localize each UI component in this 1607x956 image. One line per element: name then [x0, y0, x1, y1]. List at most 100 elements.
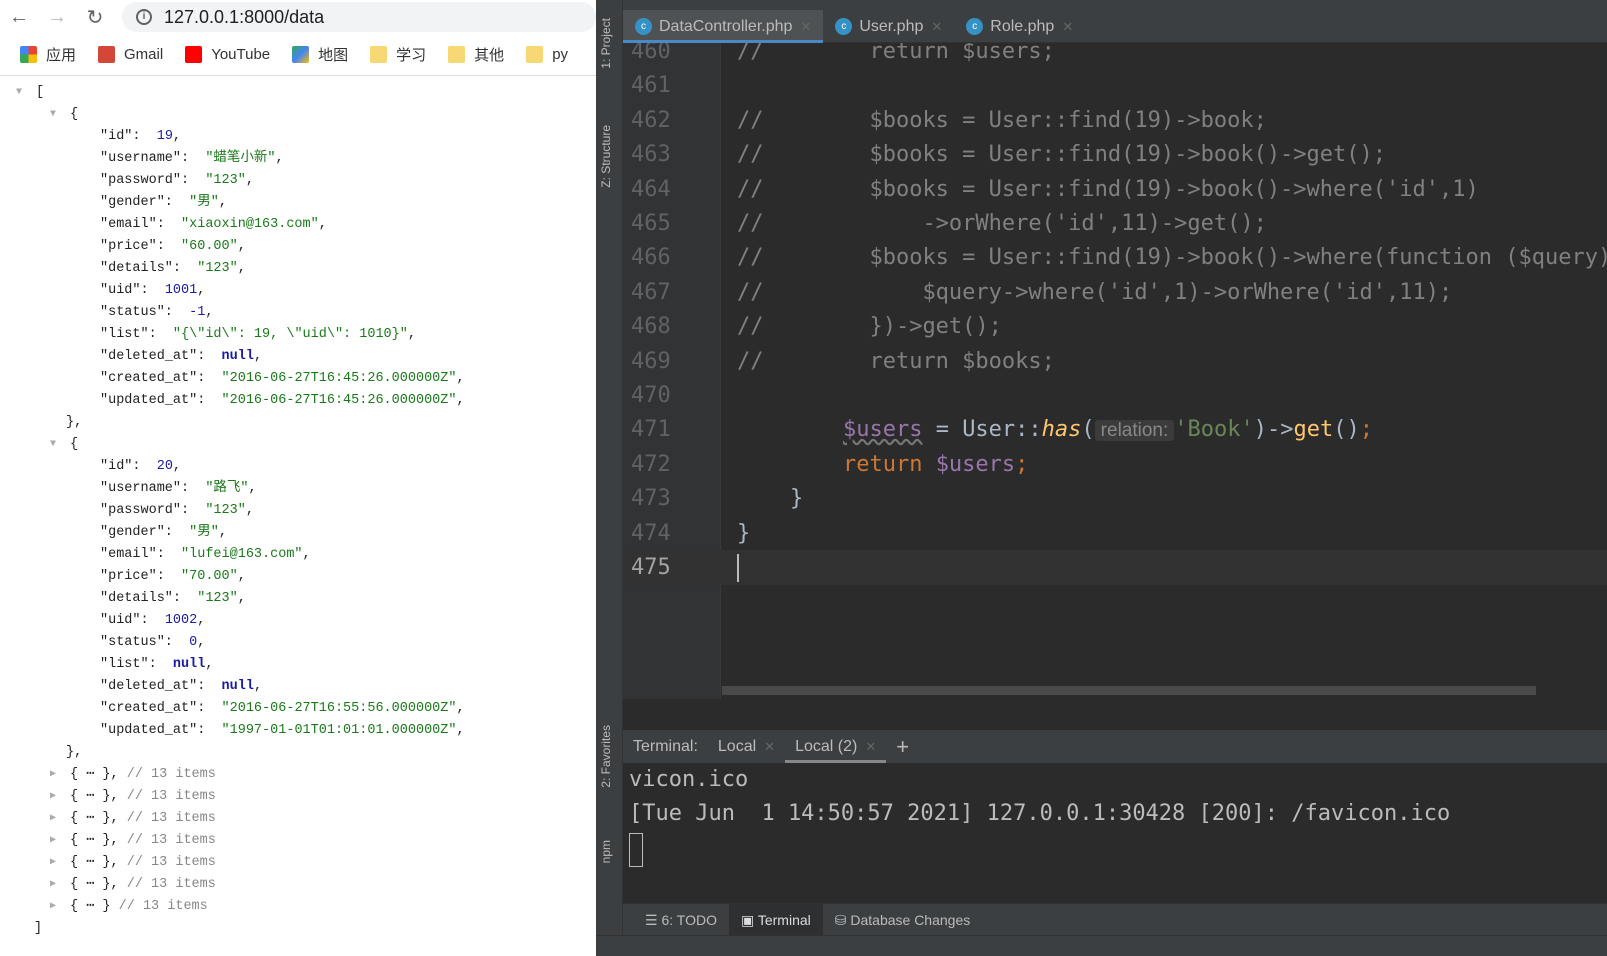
json-line: "price": "70.00", — [0, 566, 596, 588]
tool-label: 6: TODO — [661, 911, 717, 928]
json-line: "deleted_at": null, — [0, 676, 596, 698]
code-token: ->orWhere('id',11)->get(); — [763, 211, 1267, 236]
code-token: $users — [842, 417, 923, 443]
json-key: "username": — [100, 481, 206, 496]
json-brace: { — [70, 437, 79, 452]
line-number: 469 — [631, 348, 671, 374]
json-comma: , — [237, 261, 246, 276]
bookmark-label: YouTube — [211, 46, 271, 63]
line-number: 475 — [631, 555, 671, 580]
code-text: // $books = User::find(19)->book()->wher… — [737, 240, 1607, 275]
code-token: // — [737, 279, 764, 305]
bookmark-2[interactable]: YouTube — [185, 46, 270, 63]
reload-button[interactable]: ↻ — [76, 5, 114, 30]
expand-arrow-icon[interactable]: ▶ — [50, 808, 56, 830]
item-count: // 13 items — [126, 789, 216, 804]
json-line: "status": -1, — [0, 302, 596, 324]
new-terminal-button[interactable]: + — [886, 730, 919, 763]
bottom-tool-1[interactable]: ▣ Terminal — [728, 903, 823, 936]
close-icon[interactable]: ✕ — [931, 19, 942, 35]
expand-arrow-icon[interactable]: ▶ — [50, 830, 56, 852]
json-comma: , — [456, 393, 465, 408]
json-key: "email": — [100, 217, 182, 232]
json-value: "2016-06-27T16:45:26.000000Z" — [221, 393, 457, 408]
back-button[interactable]: ← — [0, 6, 38, 29]
code-editor[interactable]: 460 // return $users; 461 462 // $books = Us… — [623, 43, 1607, 699]
terminal-tab-0[interactable]: Local ✕ — [708, 730, 785, 763]
line-number: 473 — [631, 486, 671, 512]
json-line: "created_at": "2016-06-27T16:45:26.00000… — [0, 368, 596, 390]
json-value: "123" — [205, 173, 246, 188]
close-icon[interactable]: ✕ — [1062, 19, 1073, 35]
list-icon: ☰ — [645, 911, 662, 928]
info-icon[interactable]: i — [136, 9, 152, 25]
bookmark-5[interactable]: 其他 — [448, 44, 504, 65]
code-text: // $books = User::find(19)->book; — [737, 103, 1267, 138]
close-icon[interactable]: ✕ — [865, 739, 876, 754]
code-token: // — [737, 348, 764, 374]
json-key: "username": — [100, 151, 206, 166]
json-comma: , — [218, 525, 227, 540]
editor-tab-1[interactable]: c User.php ✕ — [823, 10, 954, 43]
code-line: 462 // $books = User::find(19)->book; — [623, 103, 1607, 138]
json-comma: , — [407, 327, 416, 342]
terminal-cursor — [629, 833, 643, 867]
expand-arrow-icon[interactable]: ▶ — [50, 896, 56, 918]
code-line: 470 — [623, 378, 1607, 413]
expand-arrow-icon[interactable]: ▶ — [50, 874, 56, 896]
tab-label: User.php — [859, 17, 924, 35]
folder-icon — [370, 46, 388, 63]
json-bracket: [ — [36, 85, 45, 100]
code-token: ; — [1359, 417, 1374, 443]
close-icon[interactable]: ✕ — [800, 19, 811, 35]
tool-label: Terminal — [757, 911, 811, 928]
code-token: has — [1041, 417, 1082, 443]
line-number: 471 — [631, 417, 671, 443]
bookmark-1[interactable]: Gmail — [98, 46, 163, 63]
bookmark-4[interactable]: 学习 — [370, 44, 426, 65]
item-count: // 13 items — [126, 811, 216, 826]
code-line: 465 // ->orWhere('id',11)->get(); — [623, 206, 1607, 241]
horizontal-scrollbar[interactable] — [722, 686, 1536, 695]
address-bar[interactable]: i 127.0.0.1:8000/data — [122, 2, 596, 32]
close-icon[interactable]: ✕ — [764, 739, 775, 754]
json-value: "lufei@163.com" — [181, 547, 303, 562]
bookmark-3[interactable]: 地图 — [292, 44, 348, 65]
expand-arrow-icon[interactable]: ▶ — [50, 786, 56, 808]
terminal-label: Terminal: — [633, 738, 698, 755]
editor-tab-2[interactable]: c Role.php ✕ — [954, 10, 1085, 43]
collapsed-object: { ⋯ }, — [70, 833, 127, 848]
bookmark-label: 学习 — [396, 47, 427, 64]
bookmark-6[interactable]: py — [526, 46, 568, 63]
code-token: // — [737, 142, 764, 168]
tool-window-1[interactable]: Z: Structure — [599, 125, 613, 188]
collapse-arrow-icon[interactable]: ▼ — [50, 434, 56, 456]
json-comma: , — [197, 613, 206, 628]
editor-tab-0[interactable]: c DataController.php ✕ — [623, 10, 824, 43]
json-key: "uid": — [100, 283, 165, 298]
forward-button[interactable]: → — [38, 6, 76, 29]
json-comma: , — [205, 657, 214, 672]
terminal-tab-1[interactable]: Local (2) ✕ — [785, 730, 887, 763]
tool-window-2[interactable]: 2: Favorites — [599, 725, 613, 788]
bottom-tool-0[interactable]: ☰ 6: TODO — [633, 904, 729, 936]
tool-window-3[interactable]: npm — [599, 840, 613, 863]
bookmark-0[interactable]: 应用 — [20, 44, 76, 65]
code-token: 'Book' — [1174, 417, 1254, 443]
line-number: 474 — [631, 520, 671, 546]
json-brace: }, — [66, 415, 83, 430]
collapse-arrow-icon[interactable]: ▼ — [50, 104, 56, 126]
json-line: "status": 0, — [0, 632, 596, 654]
json-line: ▶ { ⋯ }, // 13 items — [0, 764, 596, 786]
terminal-output[interactable]: vicon.ico [Tue Jun 1 14:50:57 2021] 127.0… — [623, 763, 1607, 903]
bottom-tool-2[interactable]: ⛁ Database Changes — [823, 904, 983, 936]
json-comma: , — [253, 349, 263, 364]
tool-window-0[interactable]: 1: Project — [599, 18, 613, 69]
code-line: 472 return $users; — [623, 447, 1607, 482]
collapse-arrow-icon[interactable]: ▼ — [16, 82, 22, 104]
json-value: null — [172, 657, 206, 672]
expand-arrow-icon[interactable]: ▶ — [50, 852, 56, 874]
expand-arrow-icon[interactable]: ▶ — [50, 764, 56, 786]
code-line: 467 // $query->where('id',1)->orWhere('id… — [623, 275, 1607, 310]
